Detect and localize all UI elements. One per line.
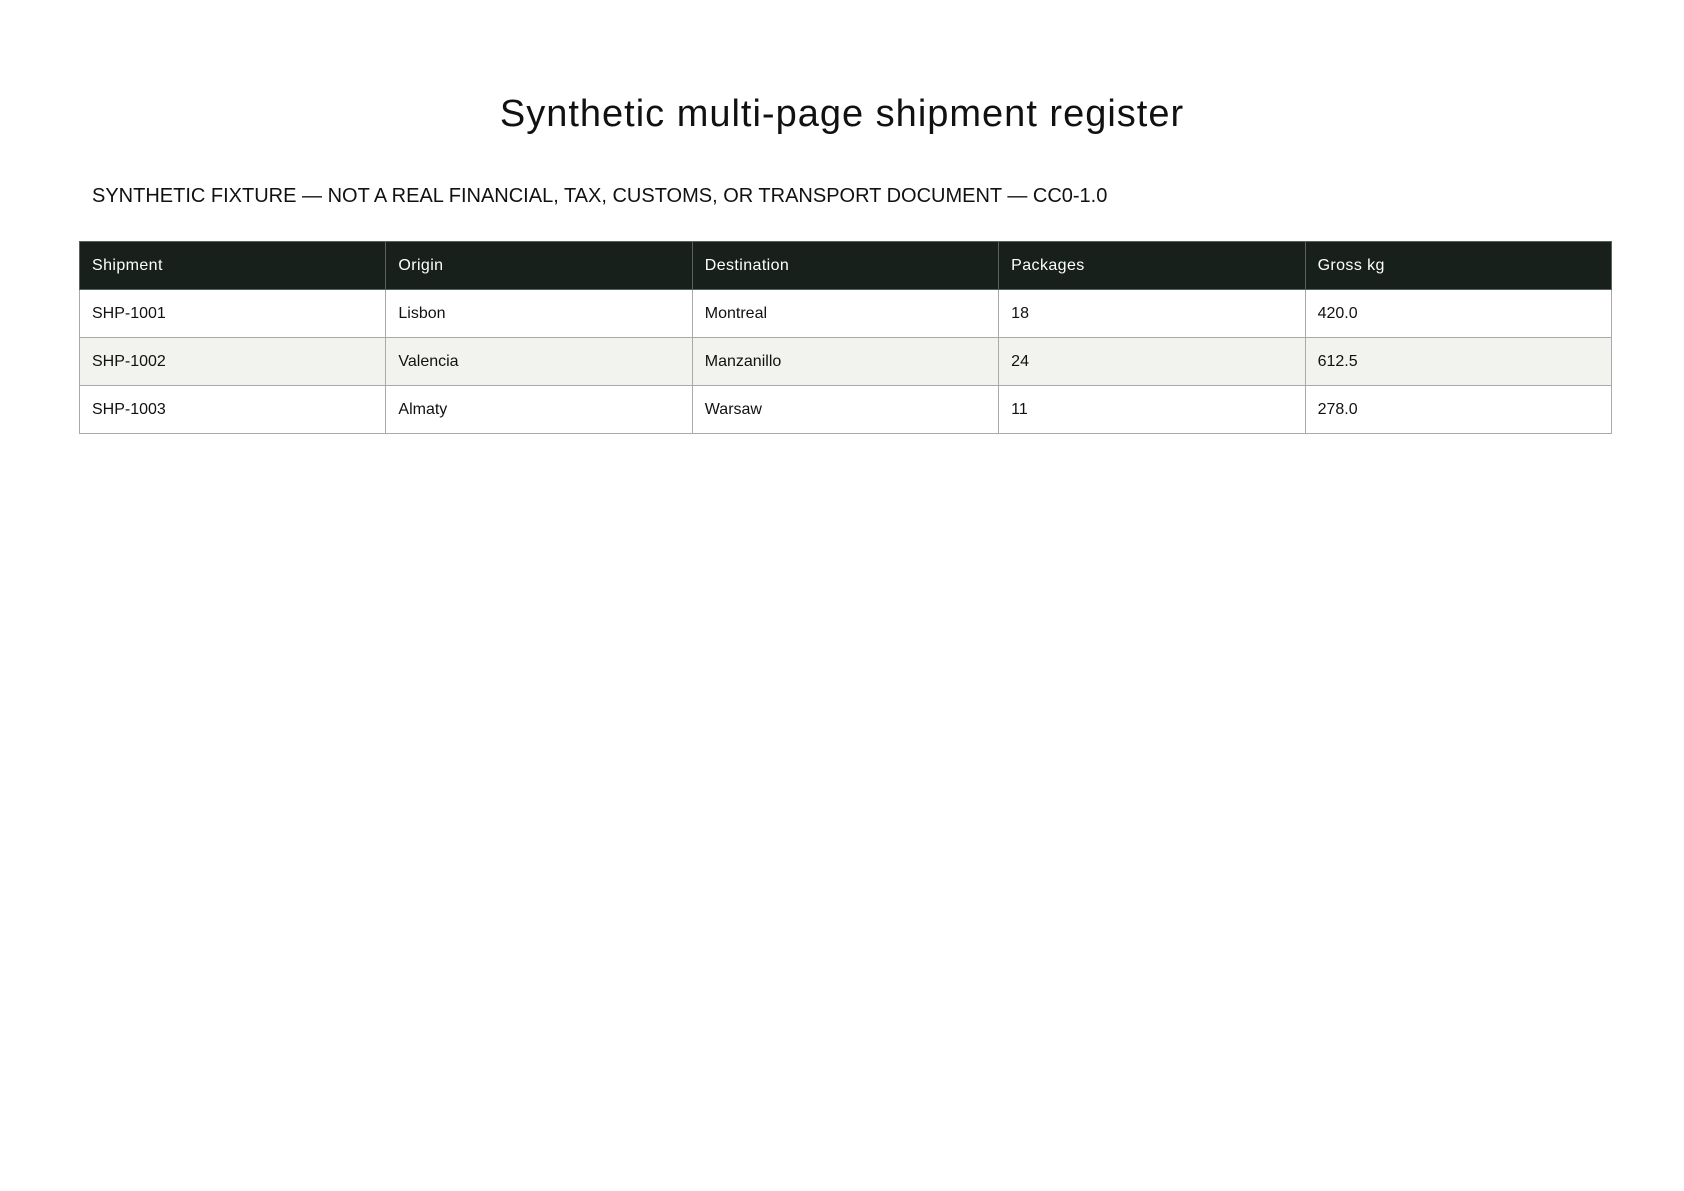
column-header-packages: Packages xyxy=(998,241,1306,290)
column-header-destination: Destination xyxy=(691,241,1000,290)
column-header-gross-kg: Gross kg xyxy=(1304,241,1613,290)
table-row: SHP-1002 Valencia Manzanillo 24 612.5 xyxy=(78,337,1613,386)
table-row: SHP-1001 Lisbon Montreal 18 420.0 xyxy=(78,289,1613,338)
table-row: SHP-1003 Almaty Warsaw 11 278.0 xyxy=(78,385,1613,434)
page-title: Synthetic multi-page shipment register xyxy=(499,93,1185,135)
cell-packages: 18 xyxy=(998,289,1306,338)
cell-packages: 24 xyxy=(998,337,1306,386)
cell-destination: Montreal xyxy=(691,289,1000,338)
column-header-origin: Origin xyxy=(385,241,693,290)
cell-shipment: SHP-1002 xyxy=(78,337,387,386)
table-header: Shipment Origin Destination Packages Gro… xyxy=(78,241,1613,290)
shipment-register-table: Shipment Origin Destination Packages Gro… xyxy=(78,241,1613,434)
disclaimer-text: SYNTHETIC FIXTURE — NOT A REAL FINANCIAL… xyxy=(92,185,1108,207)
cell-origin: Lisbon xyxy=(385,289,693,338)
cell-gross-kg: 420.0 xyxy=(1304,289,1613,338)
cell-gross-kg: 278.0 xyxy=(1304,385,1613,434)
cell-packages: 11 xyxy=(998,385,1306,434)
cell-origin: Valencia xyxy=(385,337,693,386)
cell-origin: Almaty xyxy=(385,385,693,434)
cell-gross-kg: 612.5 xyxy=(1304,337,1613,386)
cell-shipment: SHP-1001 xyxy=(78,289,387,338)
header-row: Shipment Origin Destination Packages Gro… xyxy=(78,241,1613,290)
cell-destination: Warsaw xyxy=(691,385,1000,434)
cell-destination: Manzanillo xyxy=(691,337,1000,386)
cell-shipment: SHP-1003 xyxy=(78,385,387,434)
table-body: SHP-1001 Lisbon Montreal 18 420.0 SHP-10… xyxy=(78,289,1613,434)
column-header-shipment: Shipment xyxy=(78,241,387,290)
